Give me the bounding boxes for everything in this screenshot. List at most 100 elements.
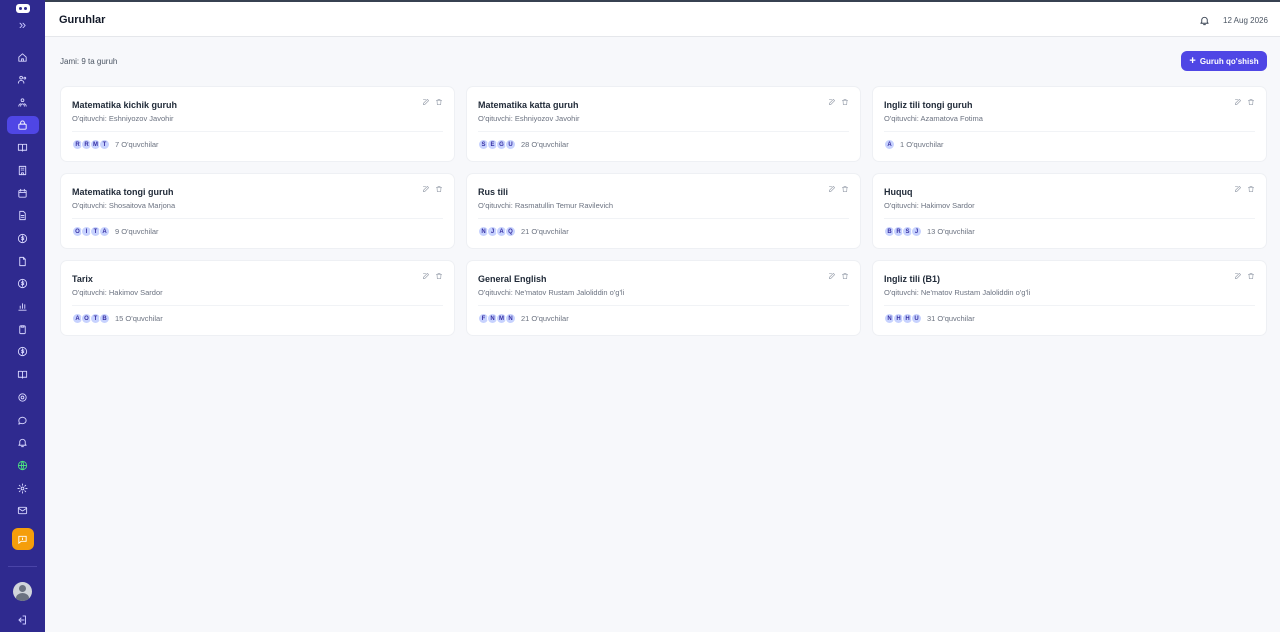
group-card[interactable]: Ingliz tili tongi guruh O'qituvchi: Azama… — [872, 86, 1267, 162]
students-summary: F N M N 21 O'quvchilar — [478, 313, 569, 324]
chat-icon — [18, 416, 27, 425]
delete-button[interactable] — [435, 185, 443, 193]
group-title: Huquq — [884, 187, 913, 197]
edit-button[interactable] — [828, 185, 836, 193]
group-card[interactable]: Matematika kichik guruh O'qituvchi: Eshni… — [60, 86, 455, 162]
sidebar-item-gear[interactable] — [7, 479, 39, 497]
sidebar-item-dollar[interactable] — [7, 230, 39, 248]
students-count: 28 O'quvchilar — [521, 140, 569, 149]
edit-icon — [1235, 273, 1241, 279]
trash-icon — [1248, 186, 1254, 192]
student-avatars: NJAQ — [478, 226, 516, 237]
sidebar-item-dollar[interactable] — [7, 275, 39, 293]
group-card[interactable]: General English O'qituvchi: Ne'matov Rust… — [466, 260, 861, 336]
sidebar-divider — [8, 566, 37, 567]
student-avatars: A — [884, 139, 895, 150]
sidebar-item-clipboard[interactable] — [7, 320, 39, 338]
dollar-icon — [17, 233, 28, 244]
edit-icon — [1235, 186, 1241, 192]
students-summary: N H H U 31 O'quvchilar — [884, 313, 975, 324]
edit-button[interactable] — [1234, 272, 1242, 280]
feedback-button[interactable] — [11, 528, 34, 551]
card-actions — [828, 98, 849, 106]
sidebar-item-document[interactable] — [7, 207, 39, 225]
sidebar-item-team[interactable] — [7, 93, 39, 111]
sidebar-item-calendar[interactable] — [7, 184, 39, 202]
notifications-button[interactable] — [1199, 13, 1211, 26]
sidebar-item-chat[interactable] — [7, 411, 39, 429]
group-teacher: O'qituvchi: Rasmatullin Temur Ravilevich — [478, 201, 614, 210]
add-group-button[interactable]: + Guruh qo'shish — [1181, 51, 1267, 71]
edit-button[interactable] — [422, 98, 430, 106]
page-title: Guruhlar — [59, 14, 106, 26]
group-card[interactable]: Matematika katta guruh O'qituvchi: Eshniy… — [466, 86, 861, 162]
delete-button[interactable] — [435, 98, 443, 106]
edit-button[interactable] — [1234, 98, 1242, 106]
delete-button[interactable] — [1247, 98, 1255, 106]
edit-icon — [829, 99, 835, 105]
student-avatar: A — [884, 139, 895, 150]
sidebar-item-chart[interactable] — [7, 298, 39, 316]
group-title: Ingliz tili (B1) — [884, 274, 940, 284]
group-title: Matematika tongi guruh — [72, 187, 174, 197]
students-summary: A O T B 15 O'quvchilar — [72, 313, 163, 324]
user-avatar[interactable] — [13, 582, 32, 601]
current-date: 12 Aug 2026 — [1223, 16, 1268, 25]
delete-button[interactable] — [1247, 185, 1255, 193]
group-card[interactable]: Rus tili O'qituvchi: Rasmatullin Temur Ra… — [466, 173, 861, 249]
collapse-sidebar-icon[interactable]: » — [19, 18, 26, 34]
sidebar-item-bell[interactable] — [7, 434, 39, 452]
sidebar-item-settings[interactable] — [7, 388, 39, 406]
sidebar-item-users[interactable] — [7, 71, 39, 89]
students-count: 15 O'quvchilar — [115, 314, 163, 323]
trash-icon — [436, 186, 442, 192]
group-title: Rus tili — [478, 187, 509, 197]
sidebar-item-mail[interactable] — [7, 502, 39, 520]
card-actions — [422, 98, 443, 106]
students-summary: OITA 9 O'quvchilar — [72, 226, 159, 237]
group-teacher: O'qituvchi: Hakimov Sardor — [72, 288, 163, 297]
sidebar-item-book[interactable] — [7, 139, 39, 157]
dollar-icon — [17, 347, 28, 357]
trash-icon — [842, 186, 848, 192]
edit-button[interactable] — [422, 185, 430, 193]
edit-button[interactable] — [828, 272, 836, 280]
group-card[interactable]: Huquq O'qituvchi: Hakimov Sardor B R S J 13 O'… — [872, 173, 1267, 249]
trash-icon — [1248, 273, 1254, 279]
building-icon — [18, 165, 27, 176]
dollar-icon — [17, 279, 28, 289]
group-title: Matematika katta guruh — [478, 100, 579, 110]
edit-button[interactable] — [1234, 185, 1242, 193]
chat-bubble-icon — [18, 535, 27, 545]
sidebar-item-home[interactable] — [7, 48, 39, 66]
delete-button[interactable] — [1247, 272, 1255, 280]
globe-icon — [17, 460, 28, 470]
group-card[interactable]: Matematika tongi guruh O'qituvchi: Shosai… — [60, 173, 455, 249]
add-group-label: Guruh qo'shish — [1199, 56, 1259, 66]
sidebar-item-file[interactable] — [7, 252, 39, 270]
logout-button[interactable] — [16, 613, 28, 625]
student-avatars: FNMN — [478, 313, 516, 324]
students-count: 1 O'quvchilar — [900, 140, 944, 149]
sidebar-item-dollar[interactable] — [7, 343, 39, 361]
student-avatar: T — [99, 139, 110, 150]
sidebar-item-building[interactable] — [7, 161, 39, 179]
card-actions — [422, 185, 443, 193]
delete-button[interactable] — [435, 272, 443, 280]
mail-icon — [17, 507, 28, 515]
group-card[interactable]: Tarix O'qituvchi: Hakimov Sardor A O T B 15 O'… — [60, 260, 455, 336]
sidebar-item-globe[interactable] — [7, 456, 39, 474]
edit-icon — [1235, 99, 1241, 105]
edit-icon — [423, 186, 429, 192]
delete-button[interactable] — [841, 98, 849, 106]
delete-button[interactable] — [841, 185, 849, 193]
group-card[interactable]: Ingliz tili (B1) O'qituvchi: Ne'matov Rus… — [872, 260, 1267, 336]
delete-button[interactable] — [841, 272, 849, 280]
card-divider — [478, 218, 849, 219]
edit-button[interactable] — [828, 98, 836, 106]
clipboard-icon — [19, 325, 26, 334]
groups-grid: Matematika kichik guruh O'qituvchi: Eshni… — [60, 86, 1267, 336]
sidebar-item-book-open[interactable] — [7, 366, 39, 384]
sidebar-item-groups[interactable] — [6, 116, 39, 135]
edit-button[interactable] — [422, 272, 430, 280]
